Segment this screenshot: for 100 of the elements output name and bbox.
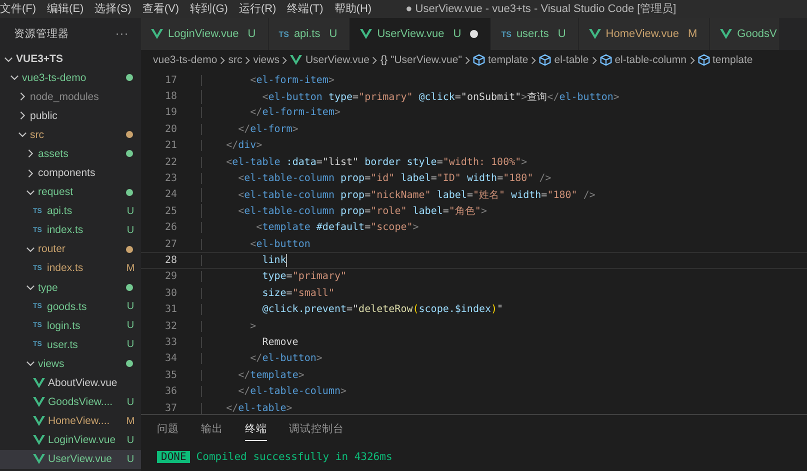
line-number: 37 (164, 402, 177, 414)
chevron-right-icon (464, 56, 470, 64)
line-number: 22 (164, 156, 177, 168)
tree-item[interactable]: node_modules (0, 87, 141, 106)
line-number: 17 (164, 74, 177, 86)
breadcrumb-item[interactable]: vue3-ts-demo (153, 54, 218, 66)
line-number: 26 (164, 222, 177, 234)
tree-item[interactable]: type (0, 278, 141, 298)
git-status-label: U (126, 320, 135, 332)
line-number: 29 (164, 271, 177, 282)
editor-tab[interactable]: TS api.ts U (268, 18, 350, 50)
tree-item[interactable]: LoginView.vue U (0, 430, 141, 450)
tree-item[interactable]: GoodsView.... U (0, 392, 141, 412)
line-number: 23 (164, 173, 177, 184)
panel-tab[interactable]: 调试控制台 (289, 418, 344, 440)
chevron-down-icon[interactable] (18, 130, 27, 140)
object-icon: {} (380, 54, 388, 66)
chevron-down-icon[interactable] (26, 359, 35, 368)
window-title: ● UserView.vue - vue3+ts - Visual Studio Code [管理员] (406, 2, 676, 17)
panel-tab[interactable]: 终端 (245, 418, 267, 440)
chevron-down-icon[interactable] (26, 188, 35, 197)
vue-file-icon (33, 416, 45, 426)
tree-item[interactable]: public (0, 106, 141, 126)
chevron-right-icon (592, 56, 597, 64)
editor-tab[interactable]: LoginView.vue U (141, 18, 269, 50)
chevron-right-icon[interactable] (18, 111, 27, 120)
menu-item[interactable]: 帮助(H) (334, 0, 372, 18)
code-line: </el-form-item> (201, 107, 340, 118)
code-line: <el-button type="primary" @click="onSubmit">查询</el-button> (201, 90, 620, 104)
cube-icon (600, 54, 612, 66)
menu-item[interactable]: 文件(F) (0, 0, 36, 18)
more-actions-icon[interactable]: ··· (116, 28, 129, 40)
tree-item[interactable]: views (0, 354, 141, 374)
vue-file-icon (33, 397, 45, 408)
chevron-right-icon (372, 56, 378, 64)
breadcrumb-item[interactable]: views (253, 54, 280, 66)
tree-item[interactable]: vue3-ts-demo (0, 68, 141, 88)
menu-item[interactable]: 查看(V) (142, 0, 180, 18)
terminal-message: Compiled successfully in 4326ms (196, 451, 392, 463)
line-number: 28 (164, 254, 177, 266)
breadcrumb-item[interactable]: UserView.vue (290, 54, 370, 66)
breadcrumb-item[interactable]: src (228, 54, 242, 66)
git-status-label: U (126, 454, 135, 465)
menu-item[interactable]: 选择(S) (94, 0, 132, 18)
menu-item[interactable]: 转到(G) (190, 0, 228, 18)
vue-file-icon (33, 435, 45, 446)
code-line: <el-button (201, 238, 310, 250)
chevron-right-icon (282, 56, 288, 64)
chevron-down-icon[interactable] (10, 73, 19, 82)
panel-tab[interactable]: 问题 (157, 418, 179, 440)
line-number: 18 (164, 91, 177, 102)
code-line: </template> (201, 370, 304, 381)
chevron-right-icon (531, 56, 536, 64)
menu-item[interactable]: 编辑(E) (47, 0, 84, 18)
chevron-down-icon[interactable] (26, 283, 35, 292)
line-number: 35 (164, 370, 177, 381)
vue-file-icon (33, 378, 45, 388)
tree-item[interactable]: assets (0, 144, 141, 164)
line-number: 33 (164, 336, 177, 348)
line-number: 32 (164, 320, 177, 332)
editor-tab[interactable]: TS user.ts U (491, 18, 579, 50)
tree-item[interactable]: HomeView.... M (0, 412, 141, 431)
line-number: 30 (164, 288, 177, 299)
breadcrumb-item[interactable]: el-table (539, 54, 589, 66)
chevron-down-icon[interactable] (4, 54, 13, 64)
chevron-down-icon[interactable] (26, 244, 35, 254)
chevron-right-icon[interactable] (26, 168, 35, 178)
code-line: type="primary" (201, 271, 347, 282)
editor-tab[interactable]: HomeView.vue M (578, 18, 710, 50)
cube-icon (539, 54, 552, 66)
tree-item[interactable]: AboutView.vue (0, 374, 141, 393)
tree-item[interactable]: components (0, 163, 141, 183)
code-line: </el-form> (201, 124, 298, 135)
panel-tab[interactable]: 输出 (201, 418, 223, 440)
vue-file-icon (151, 29, 163, 39)
code-line: <el-table-column prop="nickName" label="姓名" width="180" /> (201, 188, 596, 202)
git-status-label: U (126, 434, 135, 446)
tree-item[interactable]: src (0, 125, 141, 144)
code-line: <el-table :data="list" border style="width: 100%"> (201, 156, 528, 168)
editor-tab[interactable]: UserView.vue U (350, 18, 492, 50)
menu-item[interactable]: 终端(T) (287, 0, 324, 18)
line-number: 25 (164, 206, 177, 217)
code-line: <el-table-column prop="id" label="ID" width="180" /> (201, 173, 552, 184)
unsaved-dot-icon (470, 30, 478, 38)
menu-item[interactable]: 运行(R) (238, 0, 276, 18)
breadcrumb-item[interactable]: {} "UserView.vue" (380, 54, 462, 66)
breadcrumb-item[interactable]: template (472, 54, 528, 66)
vue-file-icon (290, 55, 302, 65)
breadcrumb-item[interactable]: el-table-column (600, 54, 686, 66)
vue-file-icon (360, 29, 372, 39)
breadcrumb-item[interactable]: template (698, 54, 753, 66)
chevron-right-icon[interactable] (18, 92, 27, 102)
tree-item[interactable]: router (0, 240, 141, 259)
chevron-right-icon[interactable] (26, 149, 35, 158)
tree-item[interactable]: request (0, 182, 141, 202)
vue-file-icon (33, 454, 45, 464)
line-number: 21 (164, 140, 177, 152)
tree-item[interactable]: UserView.vue U (0, 450, 141, 469)
code-line: <template #default="scope"> (201, 222, 419, 234)
section-header[interactable]: VUE3+TS (0, 50, 141, 68)
